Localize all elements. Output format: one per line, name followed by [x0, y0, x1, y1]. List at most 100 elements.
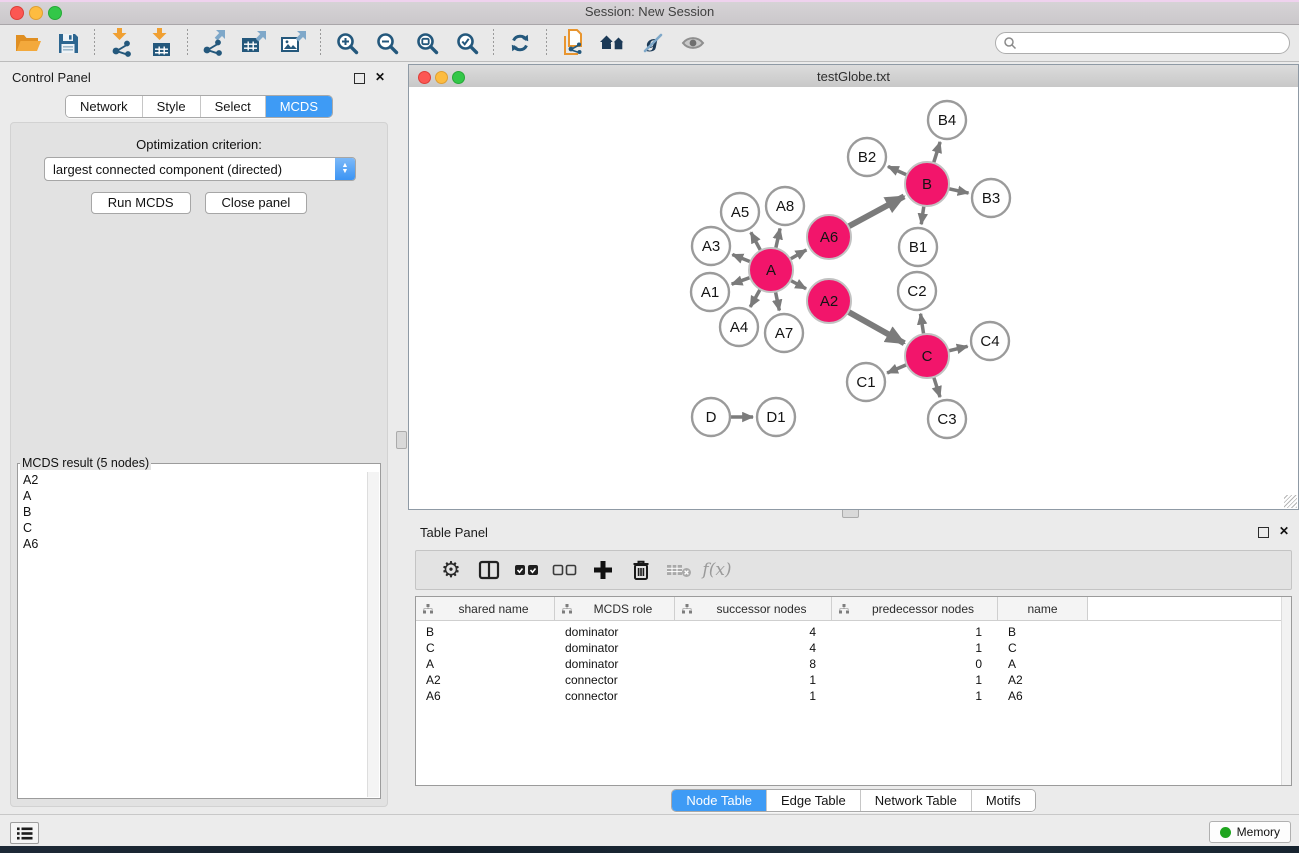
mcds-result-item[interactable]: A6 — [19, 536, 367, 552]
tab-node-table[interactable]: Node Table — [672, 790, 766, 811]
cell-predecessor-nodes[interactable]: 1 — [832, 689, 998, 703]
optimization-criterion-select[interactable]: largest connected component (directed) ▲… — [44, 157, 356, 181]
cell-name[interactable]: A2 — [998, 673, 1088, 687]
column-header-mcds-role[interactable]: MCDS role — [555, 597, 675, 620]
cell-predecessor-nodes[interactable]: 0 — [832, 657, 998, 671]
cell-name[interactable]: A — [998, 657, 1088, 671]
tab-network-table[interactable]: Network Table — [860, 790, 971, 811]
mcds-result-item[interactable]: C — [19, 520, 367, 536]
cell-name[interactable]: C — [998, 641, 1088, 655]
float-table-panel-icon[interactable] — [1258, 527, 1269, 538]
zoom-fit-button[interactable] — [407, 27, 447, 59]
vertical-splitter-handle[interactable] — [396, 431, 407, 449]
cell-shared-name[interactable]: C — [416, 641, 555, 655]
tab-select[interactable]: Select — [200, 96, 265, 117]
mcds-result-list[interactable]: A2ABCA6 — [19, 472, 367, 797]
import-table-button[interactable] — [141, 27, 181, 59]
cell-mcds-role[interactable]: dominator — [555, 625, 675, 639]
float-panel-icon[interactable] — [354, 73, 365, 84]
plus-icon — [593, 560, 613, 580]
cell-mcds-role[interactable]: connector — [555, 689, 675, 703]
mcds-result-item[interactable]: B — [19, 504, 367, 520]
add-row-button[interactable] — [584, 554, 622, 586]
tab-motifs[interactable]: Motifs — [971, 790, 1035, 811]
close-panel-button[interactable]: Close panel — [205, 192, 308, 214]
zoom-out-icon — [375, 31, 400, 56]
table-row[interactable]: Bdominator41B — [416, 624, 1291, 640]
table-row[interactable]: Cdominator41C — [416, 640, 1291, 656]
graph-node-label: B2 — [858, 149, 876, 166]
cell-name[interactable]: B — [998, 625, 1088, 639]
column-header-shared-name[interactable]: shared name — [416, 597, 555, 620]
cell-shared-name[interactable]: A — [416, 657, 555, 671]
cell-successor-nodes[interactable]: 1 — [675, 673, 832, 687]
memory-button[interactable]: Memory — [1209, 821, 1291, 843]
show-all-button[interactable] — [673, 27, 713, 59]
import-network-button[interactable] — [101, 27, 141, 59]
hide-selected-button[interactable]: g — [633, 27, 673, 59]
mcds-result-box: MCDS result (5 nodes) A2ABCA6 — [17, 456, 381, 799]
cell-mcds-role[interactable]: connector — [555, 673, 675, 687]
task-history-button[interactable] — [10, 822, 39, 844]
delete-row-button[interactable] — [622, 554, 660, 586]
column-header-successor-nodes[interactable]: successor nodes — [675, 597, 832, 620]
column-header-name[interactable]: name — [998, 597, 1088, 620]
run-mcds-button[interactable]: Run MCDS — [91, 192, 191, 214]
cell-predecessor-nodes[interactable]: 1 — [832, 625, 998, 639]
table-header-row: shared nameMCDS rolesuccessor nodesprede… — [416, 597, 1291, 621]
export-network-button[interactable] — [194, 27, 234, 59]
close-panel-icon[interactable]: ✕ — [375, 70, 385, 84]
mcds-result-item[interactable]: A2 — [19, 472, 367, 488]
zoom-out-button[interactable] — [367, 27, 407, 59]
close-table-panel-icon[interactable]: ✕ — [1279, 524, 1289, 538]
cell-successor-nodes[interactable]: 8 — [675, 657, 832, 671]
mcds-result-item[interactable]: A — [19, 488, 367, 504]
control-panel-title: Control Panel — [12, 70, 91, 85]
cell-successor-nodes[interactable]: 1 — [675, 689, 832, 703]
cell-shared-name[interactable]: A6 — [416, 689, 555, 703]
resize-grip-icon[interactable] — [1284, 495, 1297, 508]
result-list-scrollbar[interactable] — [367, 472, 379, 797]
table-scrollbar[interactable] — [1281, 597, 1291, 785]
tab-network[interactable]: Network — [66, 96, 142, 117]
eye-icon — [680, 31, 706, 55]
optimization-criterion-label: Optimization criterion: — [11, 137, 387, 152]
cell-predecessor-nodes[interactable]: 1 — [832, 673, 998, 687]
network-canvas[interactable]: B4B2BB3A5A8A6A3B1AA1C2A2A4A7C4CC1C3DD1 — [409, 87, 1298, 509]
refresh-button[interactable] — [500, 27, 540, 59]
cell-mcds-role[interactable]: dominator — [555, 657, 675, 671]
open-session-button[interactable] — [8, 27, 48, 59]
cell-name[interactable]: A6 — [998, 689, 1088, 703]
import-table-icon — [147, 28, 175, 58]
tab-edge-table[interactable]: Edge Table — [766, 790, 860, 811]
graph-node-label: C1 — [856, 374, 875, 391]
table-row[interactable]: A6connector11A6 — [416, 688, 1291, 704]
window-title: Session: New Session — [0, 4, 1299, 19]
new-network-from-selection-button[interactable] — [553, 27, 593, 59]
cell-successor-nodes[interactable]: 4 — [675, 641, 832, 655]
zoom-selected-button[interactable] — [447, 27, 487, 59]
function-builder-button[interactable]: f(x) — [698, 554, 736, 586]
cell-shared-name[interactable]: B — [416, 625, 555, 639]
cell-shared-name[interactable]: A2 — [416, 673, 555, 687]
selected-option: largest connected component (directed) — [45, 162, 335, 177]
deselect-all-button[interactable] — [546, 554, 584, 586]
table-settings-button[interactable]: ⚙ — [432, 554, 470, 586]
save-session-button[interactable] — [48, 27, 88, 59]
cell-successor-nodes[interactable]: 4 — [675, 625, 832, 639]
tab-style[interactable]: Style — [142, 96, 200, 117]
export-table-button[interactable] — [234, 27, 274, 59]
search-input[interactable] — [1021, 34, 1289, 52]
export-image-button[interactable] — [274, 27, 314, 59]
cell-predecessor-nodes[interactable]: 1 — [832, 641, 998, 655]
first-neighbors-button[interactable] — [593, 27, 633, 59]
tab-mcds[interactable]: MCDS — [265, 96, 332, 117]
column-layout-button[interactable] — [470, 554, 508, 586]
zoom-in-button[interactable] — [327, 27, 367, 59]
column-header-predecessor-nodes[interactable]: predecessor nodes — [832, 597, 998, 620]
table-row[interactable]: A2connector11A2 — [416, 672, 1291, 688]
table-row[interactable]: Adominator80A — [416, 656, 1291, 672]
select-all-button[interactable] — [508, 554, 546, 586]
cell-mcds-role[interactable]: dominator — [555, 641, 675, 655]
delete-table-button[interactable] — [660, 554, 698, 586]
